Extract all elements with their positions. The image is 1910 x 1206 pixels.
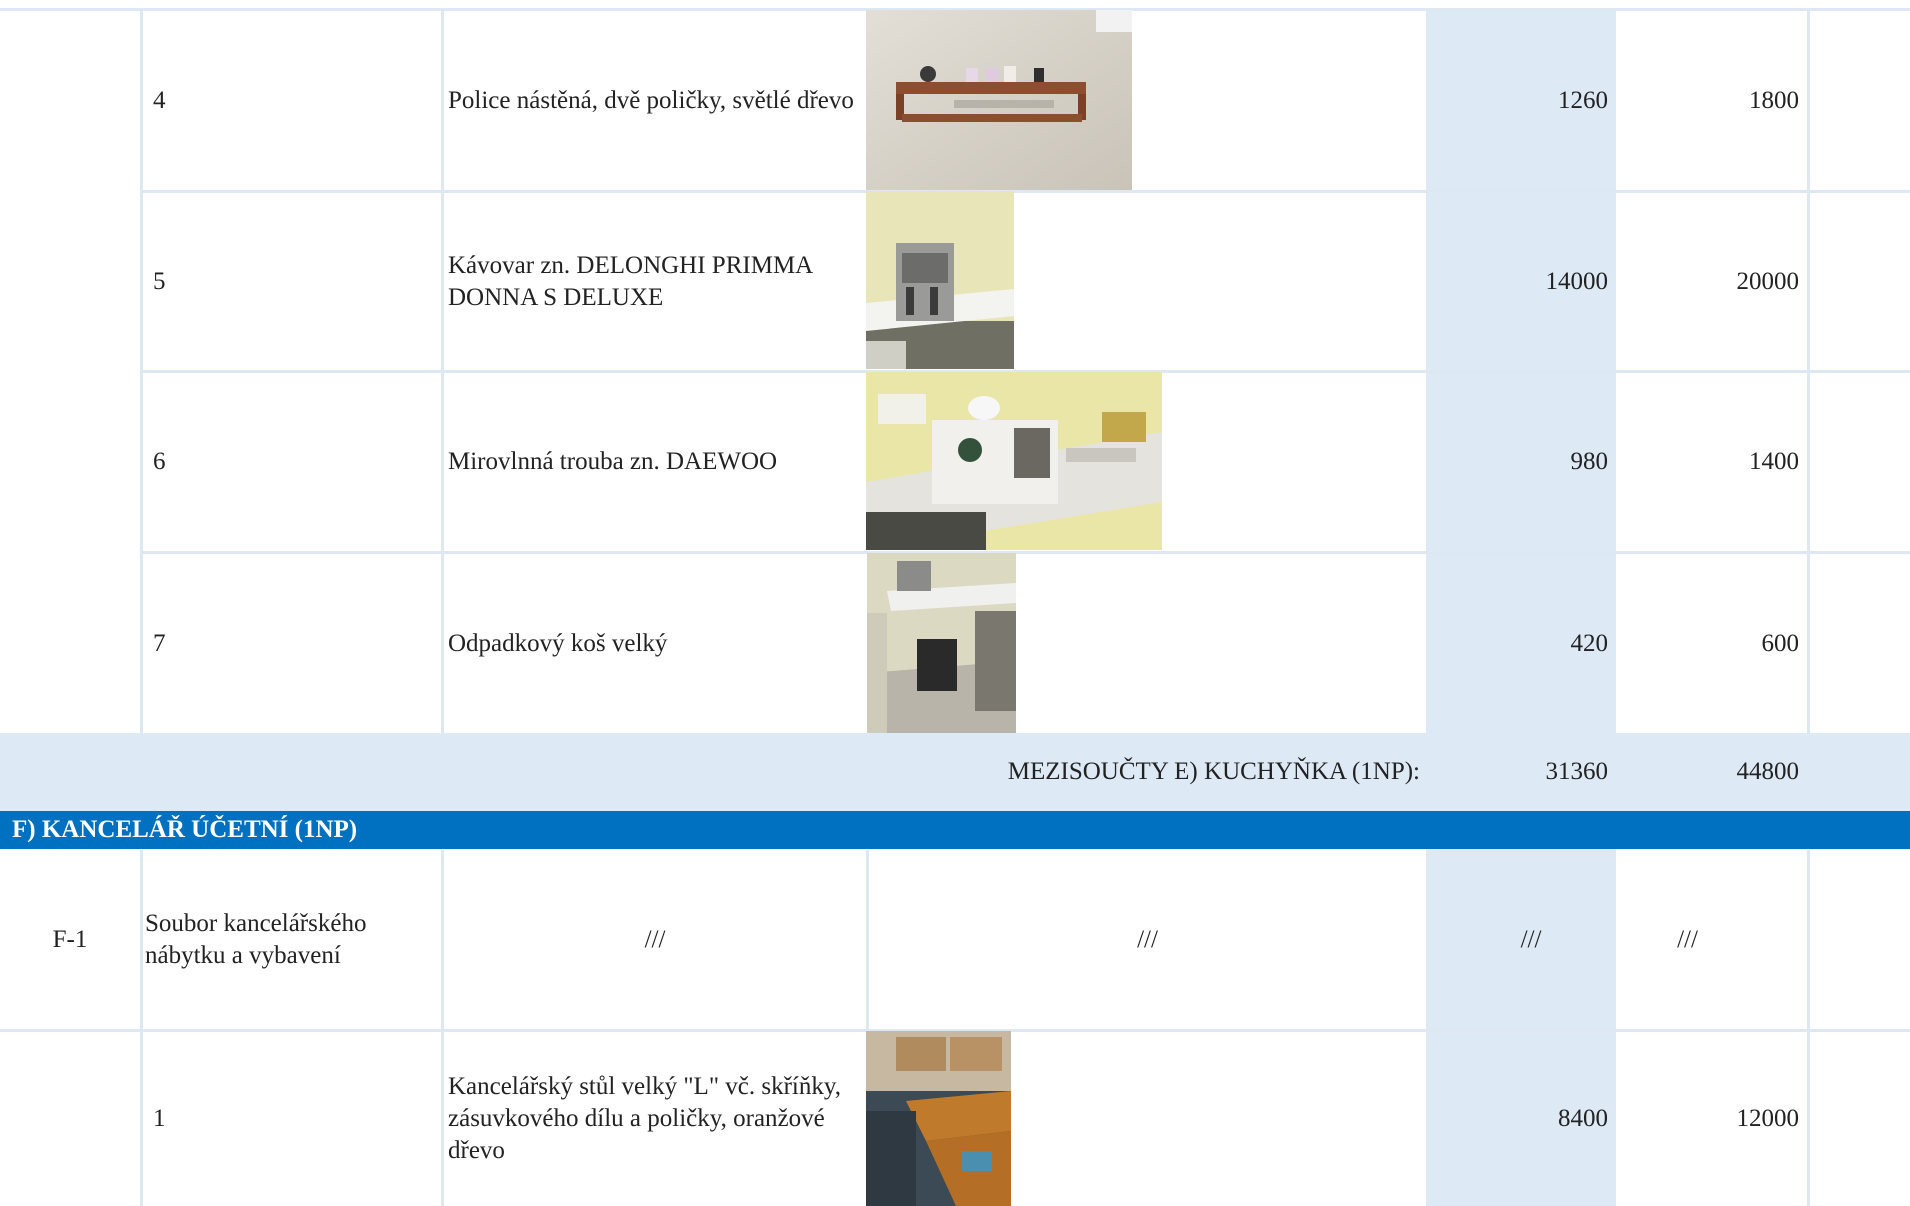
waste-bin-photo (867, 553, 1016, 733)
placeholder-cell: /// (1137, 925, 1158, 953)
value-2: 12000 (1736, 1105, 1800, 1132)
grid-line (1807, 850, 1810, 1206)
row-description: Kancelářský stůl velký "L" vč. skříňky, … (448, 1073, 842, 1164)
placeholder-cell: /// (644, 925, 666, 953)
group-code: F-1 (52, 925, 88, 953)
subtotal-value-2: 44800 (1736, 758, 1800, 785)
value-1: 420 (1570, 629, 1609, 657)
value-1: 8400 (1558, 1105, 1608, 1132)
placeholder-cell: /// (1677, 925, 1698, 953)
coffee-machine-photo (866, 191, 1014, 369)
row-number: 7 (153, 629, 166, 657)
value-2: 600 (1761, 629, 1800, 657)
group-description: Soubor kancelářského nábytku a vybavení (145, 909, 367, 969)
subtotal-value-1: 31360 (1545, 758, 1609, 785)
placeholder-cell: /// (1520, 925, 1542, 953)
microwave-photo (866, 372, 1162, 550)
office-desk-photo (866, 1031, 1011, 1206)
section-header: F) KANCELÁŘ ÚČETNÍ (1NP) (0, 811, 1910, 849)
row-number: 5 (153, 267, 166, 295)
value-1: 980 (1570, 448, 1609, 475)
subtotal-label: MEZISOUČTY E) KUCHYŇKA (1NP): (1007, 758, 1420, 785)
value-1: 1260 (1558, 86, 1608, 114)
value-2: 1800 (1749, 86, 1799, 114)
row-description: Kávovar zn. DELONGHI PRIMMA DONNA S DELU… (448, 251, 812, 311)
value-1: 14000 (1545, 267, 1609, 295)
row-description: Odpadkový koš velký (448, 629, 668, 657)
value-2: 20000 (1736, 267, 1800, 295)
wall-shelf-photo (866, 10, 1132, 190)
row-description: Mirovlnná trouba zn. DAEWOO (448, 448, 778, 475)
row-number: 1 (153, 1105, 166, 1132)
row-description: Police nástěná, dvě poličky, světlé dřev… (448, 86, 854, 114)
row-number: 4 (153, 86, 166, 114)
inventory-table: 4 Police nástěná, dvě poličky, světlé dř… (0, 0, 1910, 1206)
value-2: 1400 (1749, 448, 1799, 475)
row-number: 6 (153, 448, 166, 475)
